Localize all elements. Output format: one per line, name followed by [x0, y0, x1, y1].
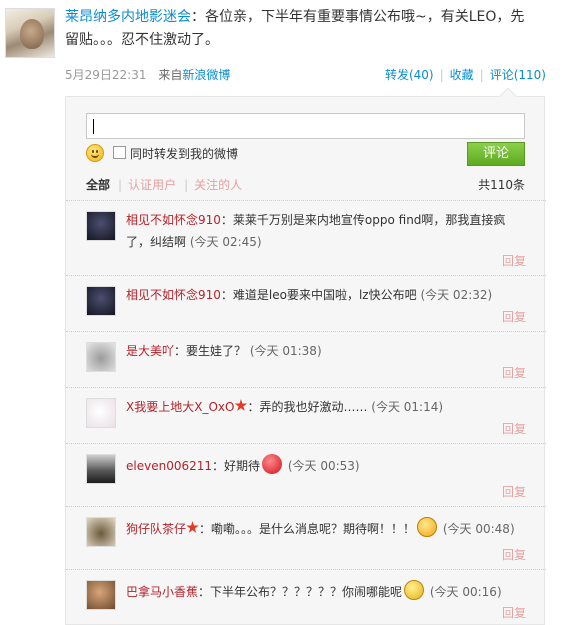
heart-emoji-icon	[262, 454, 283, 474]
comment-time: (今天 02:32)	[420, 288, 493, 302]
comment-body: 巴拿马小香蕉：下半年公布？？？？？？你闹哪能呢 (今天 00:16)	[126, 580, 526, 603]
reply-button[interactable]: 回复	[502, 364, 526, 381]
commenter-avatar[interactable]	[86, 286, 116, 316]
comment-time: (今天 01:14)	[371, 400, 444, 414]
commenter-name[interactable]: 相见不如怀念910	[126, 288, 221, 302]
surprised-emoji-icon	[417, 517, 438, 537]
filter-following[interactable]: 关注的人	[194, 178, 242, 192]
post-date-link[interactable]: 5月29日22:31	[65, 68, 147, 82]
comment-time: (今天 02:45)	[189, 235, 262, 249]
reply-button[interactable]: 回复	[502, 483, 526, 500]
text-caret	[93, 119, 94, 134]
commenter-name[interactable]: X我要上地大X_OxO	[126, 400, 234, 414]
comment-time: (今天 00:48)	[442, 522, 515, 536]
post-source: 来自新浪微博	[158, 68, 231, 82]
commenter-name[interactable]: 相见不如怀念910	[126, 213, 221, 227]
smiley-icon[interactable]	[86, 144, 104, 162]
forward-checkbox-label[interactable]: 同时转发到我的微博	[130, 145, 238, 162]
comment-body: 相见不如怀念910：莱莱千万别是来内地宣传oppo find啊，那我直接疯了，纠…	[126, 209, 526, 253]
post-meta: 5月29日22:31 来自新浪微博	[65, 66, 230, 83]
reply-button[interactable]: 回复	[502, 546, 526, 563]
commenter-name[interactable]: 是大美吖	[126, 344, 174, 358]
comment-item: 巴拿马小香蕉：下半年公布？？？？？？你闹哪能呢 (今天 00:16) 回复	[66, 569, 546, 625]
commenter-avatar[interactable]	[86, 454, 116, 484]
commenter-avatar[interactable]	[86, 517, 116, 547]
reply-button[interactable]: 回复	[502, 604, 526, 621]
post-body: 莱昂纳多内地影迷会：各位亲，下半年有重要事情公布哦~，有关LEO，先留贴。。。忍…	[65, 6, 535, 52]
forward-checkbox[interactable]	[113, 146, 126, 159]
forward-button[interactable]: 转发(40)	[385, 68, 434, 82]
commenter-avatar[interactable]	[86, 398, 116, 428]
comment-body: eleven006211：好期待 (今天 00:53)	[126, 454, 526, 477]
reply-button[interactable]: 回复	[502, 420, 526, 437]
comment-item: 狗仔队茶仔 ：嘞嘞。。。是什么消息呢？期待啊！！！ (今天 00:48) 回复	[66, 506, 546, 569]
star-badge-icon	[186, 521, 199, 533]
comment-body: 狗仔队茶仔 ：嘞嘞。。。是什么消息呢？期待啊！！！ (今天 00:48)	[126, 517, 526, 540]
post-author-link[interactable]: 莱昂纳多内地影迷会	[65, 9, 191, 25]
post-source-link[interactable]: 新浪微博	[182, 68, 230, 82]
comment-item: 相见不如怀念910：难道是leo要来中国啦，lz快公布吧 (今天 02:32) …	[66, 275, 546, 331]
comment-text: ：难道是leo要来中国啦，lz快公布吧	[220, 288, 417, 302]
comment-item: eleven006211：好期待 (今天 00:53) 回复	[66, 443, 546, 506]
comment-panel: 同时转发到我的微博 评论 全部 | 认证用户 | 关注的人 共110条 相见不如怀念91…	[65, 87, 546, 625]
comment-text: ：弄的我也好激动……	[247, 400, 368, 414]
comment-text: ：嘞嘞。。。是什么消息呢？期待啊！！！	[199, 522, 416, 536]
reply-button[interactable]: 回复	[502, 252, 526, 269]
comment-item: X我要上地大X_OxO ：弄的我也好激动…… (今天 01:14) 回复	[66, 387, 546, 443]
reply-button[interactable]: 回复	[502, 308, 526, 325]
panel-pointer	[499, 87, 517, 105]
commenter-avatar[interactable]	[86, 211, 116, 241]
comment-input[interactable]	[87, 114, 524, 138]
submit-comment-button[interactable]: 评论	[467, 142, 525, 166]
comment-item: 是大美吖：要生娃了？ (今天 01:38) 回复	[66, 331, 546, 387]
favorite-button[interactable]: 收藏	[450, 68, 474, 82]
post-actions: 转发(40) | 收藏 | 评论(110)	[384, 68, 546, 82]
filter-all[interactable]: 全部	[86, 178, 110, 192]
comment-text: ：要生娃了？	[174, 344, 247, 358]
commenter-name[interactable]: eleven006211	[126, 459, 212, 473]
comment-text: ：下半年公布？？？？？？你闹哪能呢	[198, 585, 403, 599]
comment-body: X我要上地大X_OxO ：弄的我也好激动…… (今天 01:14)	[126, 396, 526, 418]
comment-body: 相见不如怀念910：难道是leo要来中国啦，lz快公布吧 (今天 02:32)	[126, 284, 526, 306]
comment-total: 共110条	[478, 178, 525, 192]
comment-button[interactable]: 评论(110)	[490, 68, 546, 82]
comment-list: 相见不如怀念910：莱莱千万别是来内地宣传oppo find啊，那我直接疯了，纠…	[66, 200, 546, 625]
comment-filters: 全部 | 认证用户 | 关注的人 共110条	[86, 178, 525, 192]
commenter-avatar[interactable]	[86, 580, 116, 610]
comment-time: (今天 00:53)	[287, 459, 360, 473]
comment-text: ：好期待	[212, 459, 261, 473]
filter-verified[interactable]: 认证用户	[128, 178, 176, 192]
star-badge-icon	[234, 399, 248, 411]
crying-emoji-icon	[404, 580, 425, 600]
comment-body: 是大美吖：要生娃了？ (今天 01:38)	[126, 340, 526, 362]
post-author-avatar[interactable]	[5, 8, 55, 58]
commenter-name[interactable]: 狗仔队茶仔	[126, 522, 186, 536]
commenter-avatar[interactable]	[86, 342, 116, 372]
comment-time: (今天 01:38)	[249, 344, 322, 358]
comment-time: (今天 00:16)	[429, 585, 502, 599]
comment-input-wrapper	[86, 113, 525, 139]
comment-item: 相见不如怀念910：莱莱千万别是来内地宣传oppo find啊，那我直接疯了，纠…	[66, 200, 546, 275]
commenter-name[interactable]: 巴拿马小香蕉	[126, 585, 198, 599]
